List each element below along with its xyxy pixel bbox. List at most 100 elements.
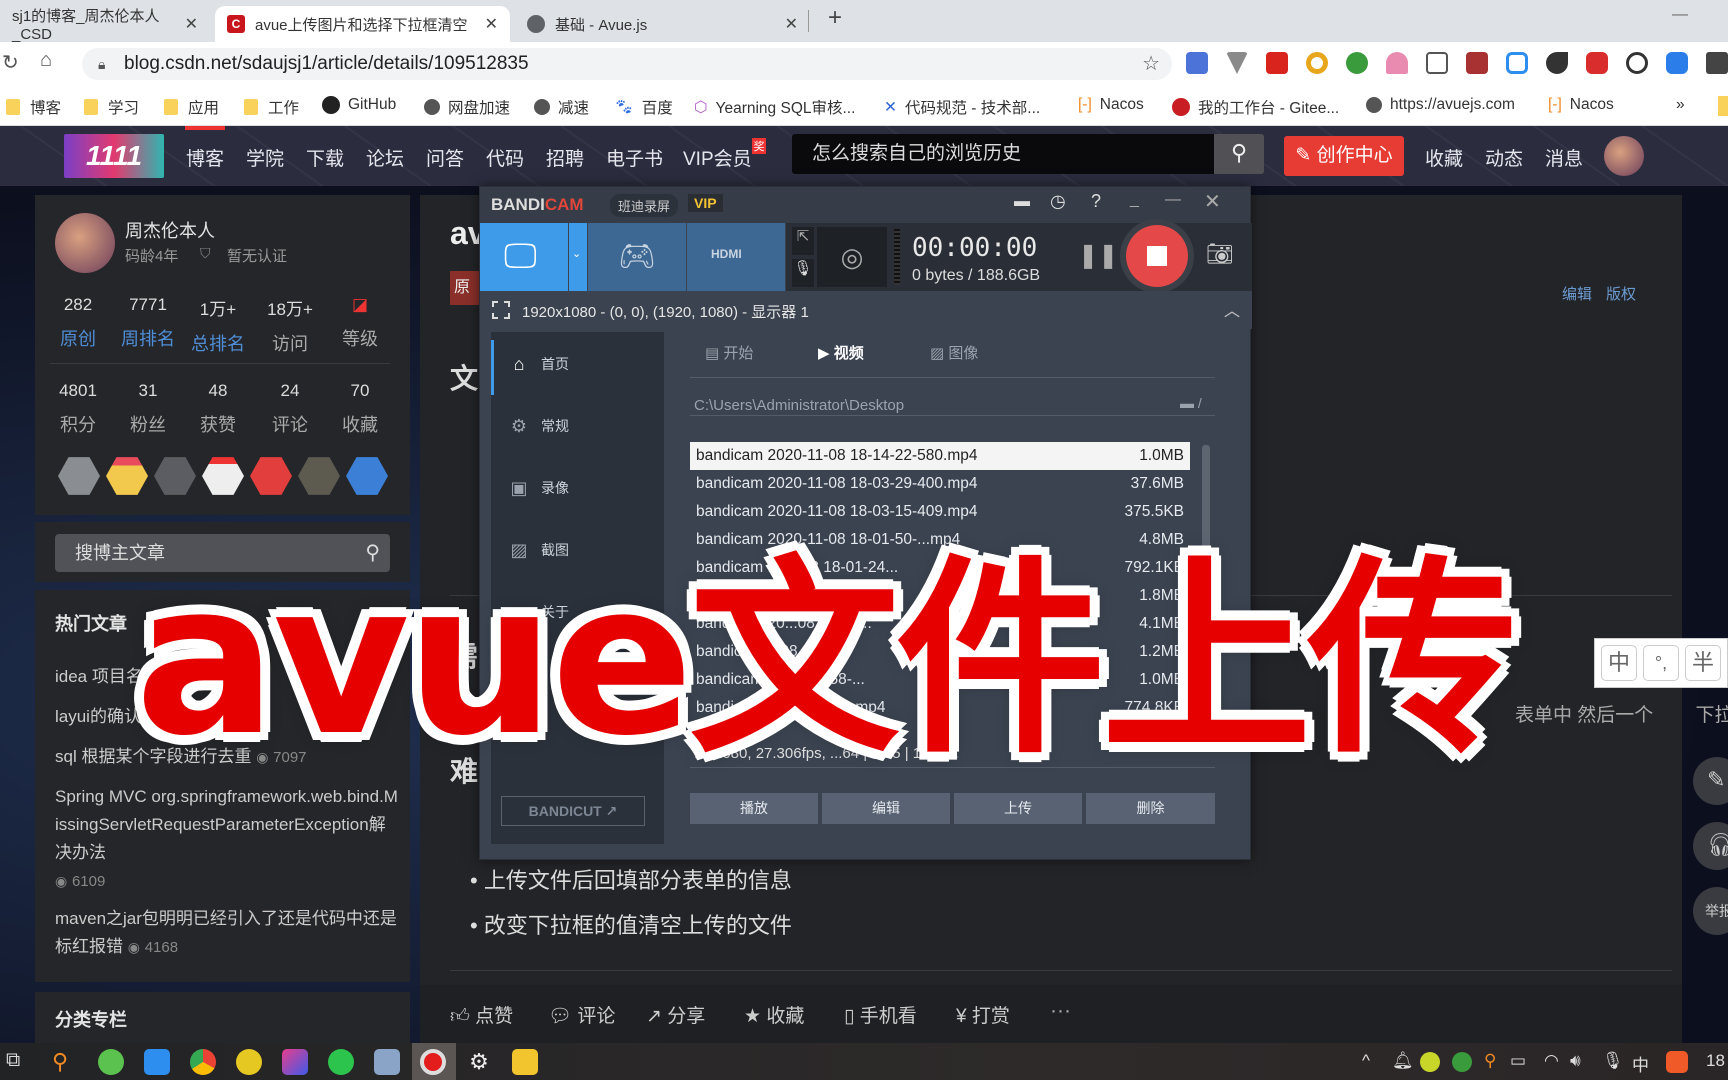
battery-icon[interactable]: ▭ <box>1510 1051 1526 1071</box>
bookmark-study[interactable]: 学习 <box>84 96 139 118</box>
nav-activity[interactable]: 动态 <box>1485 144 1523 171</box>
bookmark-yearning[interactable]: ⬡ Yearning SQL审核... <box>694 96 855 118</box>
bandicam-nav-general[interactable]: ⚙ 常规 <box>509 416 569 436</box>
stat-total-rank[interactable]: 1万+ 总排名 <box>183 295 253 356</box>
close-tab-icon[interactable]: ✕ <box>185 14 198 34</box>
microphone-tray-icon[interactable]: 🎙︎ <box>1602 1051 1624 1071</box>
wifi-icon[interactable]: ◠ <box>1544 1051 1559 1071</box>
extension-globe-icon[interactable] <box>1346 52 1368 74</box>
capture-area-bar[interactable]: 1920x1080 - (0, 0), (1920, 1080) - 显示器 1… <box>480 291 1252 329</box>
wechat-app-icon[interactable] <box>328 1049 354 1075</box>
pause-button[interactable]: ❚❚ <box>1078 241 1118 270</box>
csdn-search-button[interactable]: ⚲ <box>1214 134 1264 174</box>
extension-e-icon[interactable] <box>1506 52 1528 74</box>
bookmarks-overflow-button[interactable]: » <box>1676 96 1685 114</box>
bookmark-nacos-2[interactable]: [-] Nacos <box>1548 96 1614 114</box>
hot-article-item[interactable]: layui的确认 <box>55 702 141 727</box>
nav-ebook[interactable]: 电子书 <box>606 144 663 171</box>
new-tab-button[interactable]: + <box>828 4 842 32</box>
tab-video[interactable]: ▶ 视频 <box>818 342 864 363</box>
camera-app-icon[interactable] <box>374 1049 400 1075</box>
more-actions-button[interactable]: ··· <box>1050 999 1071 1023</box>
extension-arrow-icon[interactable] <box>1546 52 1568 74</box>
screenshot-camera-icon[interactable]: 📷︎ <box>1206 241 1234 267</box>
tab-start[interactable]: ▤ 开始 <box>705 342 753 363</box>
edit-button[interactable]: 编辑 <box>822 793 950 824</box>
nav-blog[interactable]: 博客 <box>186 144 224 171</box>
nav-messages[interactable]: 消息 <box>1545 144 1583 171</box>
input-language-indicator[interactable]: 中 <box>1632 1051 1649 1076</box>
extension-jh-icon[interactable] <box>1186 52 1208 74</box>
open-folder-icon[interactable]: ▬ <box>1014 193 1030 211</box>
extension-heart-icon[interactable] <box>1386 52 1408 74</box>
extension-play-icon[interactable] <box>1586 52 1608 74</box>
nav-forum[interactable]: 论坛 <box>366 144 404 171</box>
task-view-icon[interactable]: ⧉ <box>6 1049 20 1072</box>
tab-avue-docs[interactable]: 基础 - Avue.js ✕ <box>515 6 810 42</box>
stat-original[interactable]: 282 原创 <box>43 295 113 351</box>
bookmark-nacos[interactable]: [-] Nacos <box>1078 96 1144 114</box>
file-row[interactable]: bandicam 2020-11-08 18-14-22-580.mp4 1.0M… <box>690 442 1190 470</box>
bookmark-slowdown[interactable]: 减速 <box>534 96 589 118</box>
show-hidden-icons-chevron[interactable]: ^ <box>1362 1051 1370 1071</box>
url-field[interactable]: 🔒︎ blog.csdn.net/sdaujsj1/article/detail… <box>82 48 1172 80</box>
chevron-up-icon[interactable]: ︿ <box>1224 297 1240 321</box>
upload-button[interactable]: 上传 <box>954 793 1082 824</box>
clover-app-icon[interactable] <box>98 1049 124 1075</box>
stat-weekly-rank[interactable]: 7771 周排名 <box>113 295 183 351</box>
stat-level[interactable]: ◪ 等级 <box>325 295 395 351</box>
extension-a-icon[interactable] <box>1466 52 1488 74</box>
bandicam-nav-home[interactable]: ⌂ 首页 <box>509 354 569 374</box>
stop-record-button[interactable] <box>1126 225 1188 287</box>
bookmark-work[interactable]: 工作 <box>244 96 299 118</box>
csdn-1111-logo[interactable]: 1111 <box>64 134 164 178</box>
microphone-icon[interactable]: 🎙︎ <box>792 259 814 287</box>
bandicam-title-bar[interactable]: BANDICAM 班迪录屏 VIP ▬ ◷ ? _ — ✕ <box>480 187 1250 223</box>
csdn-search-input[interactable]: 怎么搜索自己的浏览历史 <box>792 134 1214 174</box>
tray-globe-icon[interactable] <box>1452 1052 1472 1072</box>
screen-mode-button[interactable]: 🖵︎ <box>480 223 568 291</box>
bandicam-app-icon[interactable] <box>420 1049 446 1075</box>
share-button[interactable]: ↗ 分享 <box>646 1001 705 1028</box>
minimize-window-button[interactable]: — <box>1672 6 1688 24</box>
nav-favorites[interactable]: 收藏 <box>1425 144 1463 171</box>
ime-chinese-toggle[interactable]: 中 <box>1601 645 1637 681</box>
nav-academy[interactable]: 学院 <box>246 144 284 171</box>
settings-app-icon[interactable]: ⚙ <box>466 1049 492 1075</box>
bookmark-github[interactable]: GitHub <box>322 96 396 114</box>
delete-button[interactable]: 删除 <box>1086 793 1215 824</box>
output-path[interactable]: C:\Users\Administrator\Desktop <box>694 397 904 414</box>
tray-plus-icon[interactable] <box>1420 1052 1440 1072</box>
extension-v-icon[interactable] <box>1226 52 1248 74</box>
bandicam-nav-video[interactable]: ▣ 录像 <box>509 478 569 498</box>
tab-blog[interactable]: sj1的博客_周杰伦本人_CSD ✕ <box>0 6 210 43</box>
extension-b-icon[interactable] <box>1426 52 1448 74</box>
mobile-view-button[interactable]: ▯ 手机看 <box>844 1001 917 1028</box>
nav-vip[interactable]: VIP会员 <box>683 144 752 171</box>
nav-code[interactable]: 代码 <box>486 144 524 171</box>
ime-punctuation-toggle[interactable]: °, <box>1643 645 1679 681</box>
bookmark-avuejs[interactable]: https://avuejs.com <box>1366 96 1515 114</box>
extension-fe-icon[interactable] <box>1266 52 1288 74</box>
bookmark-blog[interactable]: 博客 <box>6 96 61 118</box>
comment-button[interactable]: 💬︎ 评论 <box>548 1001 615 1028</box>
tab-image[interactable]: ▨ 图像 <box>930 342 978 363</box>
device-mode-button[interactable]: HDMI <box>687 223 785 291</box>
sogou-ime-icon[interactable] <box>1666 1051 1688 1073</box>
notification-bell-icon[interactable]: 🔔︎ <box>1392 1051 1414 1071</box>
file-row[interactable]: bandicam 2020-11-08 18-03-15-409.mp4 375.… <box>690 498 1190 526</box>
extension-feather-icon[interactable] <box>1666 52 1688 74</box>
close-tab-icon[interactable]: ✕ <box>785 14 798 34</box>
copyright-link[interactable]: 版权 <box>1606 283 1636 304</box>
hot-article-item[interactable]: maven之jar包明明已经引入了还是代码中还是标红报错 ◉ 4168 <box>55 905 400 962</box>
bookmark-code-standard[interactable]: ✕ 代码规范 - 技术部... <box>884 96 1040 118</box>
feishu-app-icon[interactable] <box>144 1049 170 1075</box>
minimize-button[interactable]: — <box>1165 191 1181 209</box>
extensions-puzzle-icon[interactable] <box>1706 52 1728 74</box>
bookmark-gitee[interactable]: 我的工作台 - Gitee... <box>1172 96 1339 118</box>
close-tab-icon[interactable]: ✕ <box>485 14 498 34</box>
screen-mode-dropdown[interactable]: ⌄ <box>569 223 587 291</box>
profile-name[interactable]: 周杰伦本人 <box>125 217 215 243</box>
clock[interactable]: 18 <box>1706 1051 1725 1071</box>
player-app-icon[interactable] <box>512 1049 538 1075</box>
